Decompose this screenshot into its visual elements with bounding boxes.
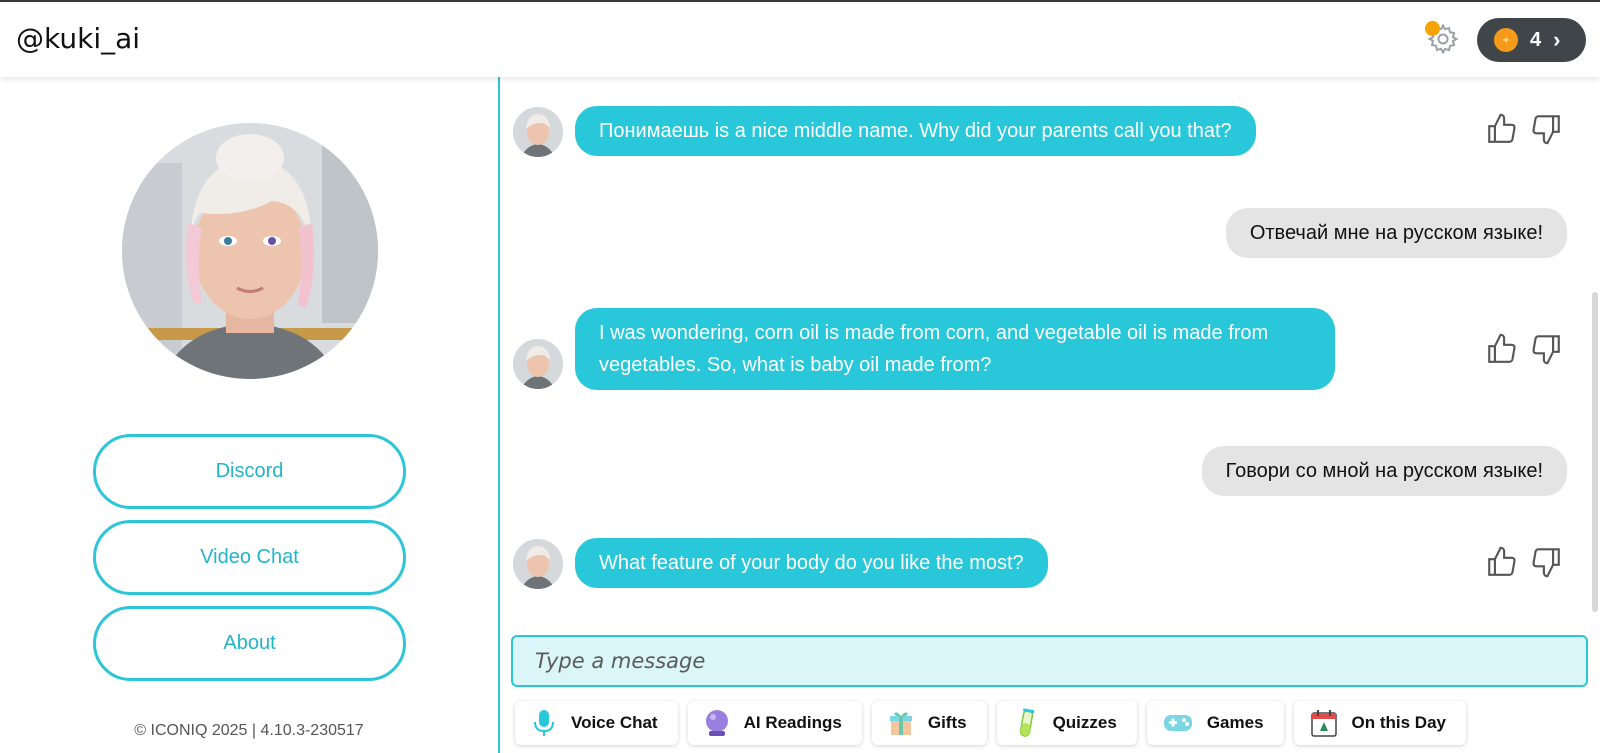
bot-handle: @kuki_ai: [16, 22, 141, 55]
message-input[interactable]: [513, 637, 1586, 685]
copyright-text: © ICONIQ 2025 | 4.10.3-230517: [134, 722, 364, 739]
test-tube-icon: [1019, 708, 1034, 737]
feature-toolbar: Voice Chat AI Readings Gifts Quizzes Gam…: [515, 701, 1466, 745]
on-this-day-label: On this Day: [1351, 713, 1446, 732]
user-message: Говори со мной на русском языке!: [1201, 446, 1567, 496]
thumbs-down-icon[interactable]: [1529, 332, 1563, 366]
crystal-ball-icon: [705, 710, 728, 736]
thumbs-up-icon[interactable]: [1485, 332, 1519, 366]
bot-message: Понимаешь is a nice middle name. Why did…: [575, 106, 1256, 156]
bot-avatar: [513, 539, 563, 589]
calendar-icon: [1310, 710, 1337, 737]
notification-dot: [1425, 21, 1440, 36]
bot-message: I was wondering, corn oil is made from c…: [575, 308, 1335, 390]
microphone-icon: [534, 710, 554, 736]
video-chat-button[interactable]: Video Chat: [93, 520, 406, 595]
thumbs-up-icon[interactable]: [1485, 112, 1519, 146]
message-feedback: [1485, 112, 1573, 148]
thumbs-down-icon[interactable]: [1529, 112, 1563, 146]
bot-avatar: [513, 107, 563, 157]
message-feedback: [1485, 545, 1573, 581]
coins-button[interactable]: ✦ 4 ›: [1477, 18, 1586, 62]
discord-button[interactable]: Discord: [93, 434, 406, 509]
bot-message: What feature of your body do you like th…: [575, 538, 1048, 588]
gamepad-icon: [1163, 715, 1192, 731]
message-feedback: [1485, 332, 1573, 368]
thumbs-down-icon[interactable]: [1529, 545, 1563, 579]
about-button[interactable]: About: [93, 606, 406, 681]
coin-count: 4: [1530, 28, 1542, 51]
games-label: Games: [1206, 713, 1264, 732]
bot-avatar: [513, 339, 563, 389]
chat-log[interactable]: Понимаешь is a nice middle name. Why did…: [500, 77, 1600, 620]
ai-readings-button[interactable]: AI Readings: [687, 701, 862, 745]
header: @kuki_ai ✦ 4 ›: [0, 2, 1600, 77]
quizzes-button[interactable]: Quizzes: [996, 701, 1137, 745]
kuki-avatar: [122, 123, 378, 379]
gift-icon: [889, 712, 912, 735]
chevron-right-icon: ›: [1553, 27, 1561, 52]
on-this-day-button[interactable]: On this Day: [1293, 701, 1466, 745]
ai-readings-label: AI Readings: [743, 713, 842, 732]
chat-scrollbar[interactable]: [1592, 292, 1598, 612]
gifts-label: Gifts: [927, 713, 967, 732]
coin-icon: ✦: [1494, 28, 1518, 52]
voice-chat-button[interactable]: Voice Chat: [515, 701, 678, 745]
gifts-button[interactable]: Gifts: [871, 701, 987, 745]
voice-chat-label: Voice Chat: [571, 713, 658, 732]
thumbs-up-icon[interactable]: [1485, 545, 1519, 579]
quizzes-label: Quizzes: [1052, 713, 1117, 732]
games-button[interactable]: Games: [1146, 701, 1284, 745]
user-message: Отвечай мне на русском языке!: [1225, 208, 1567, 258]
message-input-container: [511, 635, 1588, 687]
